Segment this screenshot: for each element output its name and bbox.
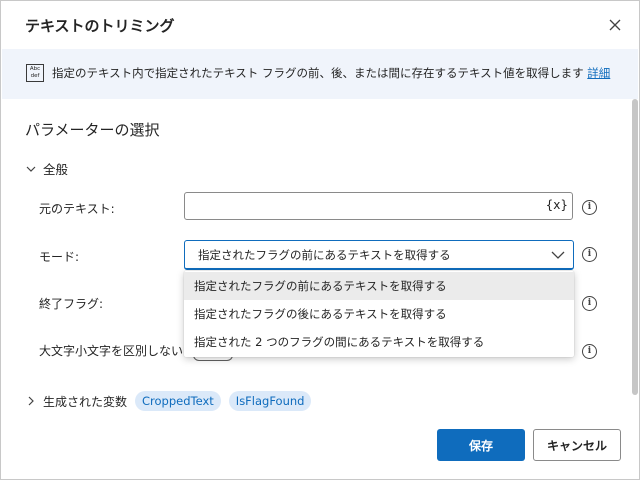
dialog-footer: 保存 キャンセル <box>1 411 639 479</box>
cancel-button[interactable]: キャンセル <box>533 429 621 461</box>
general-group-label: 全般 <box>43 162 69 177</box>
variable-picker-button[interactable]: {x} <box>546 198 568 212</box>
info-banner: Abc def 指定のテキスト内で指定されたテキスト フラグの前、後、または間に… <box>2 49 638 99</box>
mode-option-before[interactable]: 指定されたフラグの前にあるテキストを取得する <box>184 272 574 300</box>
mode-info-icon[interactable]: i <box>582 247 597 262</box>
chevron-down-icon <box>551 248 565 262</box>
scrollbar[interactable] <box>632 99 638 395</box>
ignore-case-info-icon[interactable]: i <box>582 344 597 359</box>
original-text-info-icon[interactable]: i <box>582 200 597 215</box>
close-button[interactable] <box>604 14 626 36</box>
dialog-title: テキストのトリミング <box>25 17 175 35</box>
original-text-input[interactable]: {x} <box>184 192 573 220</box>
close-icon <box>609 16 621 35</box>
end-flag-label: 終了フラグ: <box>39 297 104 311</box>
mode-option-between[interactable]: 指定された 2 つのフラグの間にあるテキストを取得する <box>184 328 574 356</box>
general-group-header[interactable]: 全般 <box>25 159 68 178</box>
ignore-case-label: 大文字小文字を区別しない: <box>39 344 188 358</box>
text-abc-icon: Abc def <box>26 64 44 82</box>
original-text-label: 元のテキスト: <box>39 202 115 216</box>
mode-label: モード: <box>39 250 80 264</box>
section-title: パラメーターの選択 <box>25 121 160 139</box>
chevron-right-icon[interactable] <box>25 395 37 407</box>
banner-description: 指定のテキスト内で指定されたテキスト フラグの前、後、または間に存在するテキスト… <box>52 65 610 81</box>
mode-selected-value: 指定されたフラグの前にあるテキストを取得する <box>198 248 451 262</box>
learn-more-link[interactable]: 詳細 <box>587 66 610 80</box>
generated-variables-row: 生成された変数 CroppedText IsFlagFound <box>25 391 312 411</box>
end-flag-info-icon[interactable]: i <box>582 296 597 311</box>
generated-variables-label: 生成された変数 <box>43 394 128 409</box>
mode-select[interactable]: 指定されたフラグの前にあるテキストを取得する <box>184 240 574 270</box>
variable-chip-cropped-text[interactable]: CroppedText <box>135 391 221 411</box>
dialog-titlebar: テキストのトリミング <box>1 1 639 49</box>
banner-text: 指定のテキスト内で指定されたテキスト フラグの前、後、または間に存在するテキスト… <box>52 66 584 80</box>
chevron-down-icon <box>25 163 37 175</box>
parameters-panel: パラメーターの選択 全般 元のテキスト: {x} i モード: 指定されたフラグ… <box>1 99 631 411</box>
trim-text-dialog: テキストのトリミング Abc def 指定のテキスト内で指定されたテキスト フラ… <box>0 0 640 480</box>
mode-dropdown-list: 指定されたフラグの前にあるテキストを取得する 指定されたフラグの後にあるテキスト… <box>184 271 574 357</box>
variable-chip-is-flag-found[interactable]: IsFlagFound <box>228 391 312 411</box>
save-button[interactable]: 保存 <box>437 429 525 461</box>
mode-option-after[interactable]: 指定されたフラグの後にあるテキストを取得する <box>184 300 574 328</box>
